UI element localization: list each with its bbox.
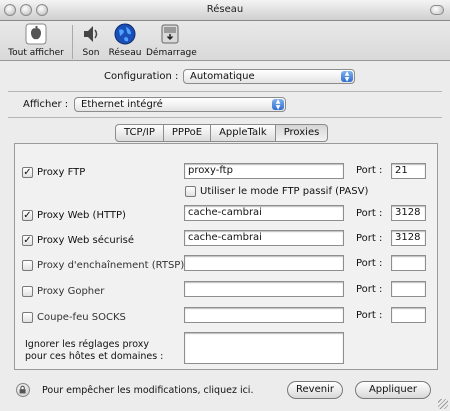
divider	[8, 117, 442, 118]
proxy-ftp-port-field[interactable]: 21	[391, 163, 426, 179]
proxy-rtsp-host-field[interactable]	[184, 255, 344, 271]
configuration-value: Automatique	[190, 71, 255, 82]
proxy-http-checkbox-row[interactable]: ✓ Proxy Web (HTTP)	[22, 208, 126, 222]
bypass-label-line2: pour ces hôtes et domaines :	[25, 351, 164, 362]
toolbar-item-label: Réseau	[108, 48, 142, 58]
proxy-http-checkbox[interactable]: ✓	[22, 209, 33, 221]
proxy-gopher-checkbox-row[interactable]: Proxy Gopher	[22, 284, 104, 298]
apply-button[interactable]: Appliquer	[355, 381, 431, 399]
proxy-http-port-label: Port :	[356, 208, 383, 219]
proxy-socks-checkbox-row[interactable]: Coupe-feu SOCKS	[22, 310, 126, 324]
toolbar-item-label: Son	[82, 48, 100, 58]
bypass-label: Ignorer les réglages proxy pour ces hôte…	[25, 339, 163, 363]
proxy-gopher-label: Proxy Gopher	[37, 285, 105, 297]
proxy-https-port-field[interactable]: 3128	[391, 230, 426, 246]
proxy-gopher-port-field[interactable]	[391, 281, 426, 297]
toolbar-item-label: Tout afficher	[8, 48, 64, 58]
globe-icon	[114, 23, 136, 45]
proxy-socks-host-field[interactable]	[184, 307, 344, 323]
apple-grid-icon	[25, 23, 47, 45]
popup-arrows-icon: ▲ ▼	[272, 99, 284, 110]
toolbar-item-network[interactable]: Réseau	[108, 23, 142, 58]
proxy-gopher-port-label: Port :	[356, 284, 383, 295]
proxy-https-label: Proxy Web sécurisé	[37, 234, 135, 246]
proxy-rtsp-port-field[interactable]	[391, 255, 426, 271]
tab-pppoe[interactable]: PPPoE	[163, 124, 212, 142]
disk-icon	[161, 24, 179, 44]
proxy-rtsp-checkbox[interactable]	[22, 259, 33, 271]
title-bar: Réseau	[0, 0, 450, 21]
toolbar: Tout afficher Son Réseau Démarrage	[0, 21, 450, 61]
tab-bar: TCP/IP PPPoE AppleTalk Proxies	[115, 124, 329, 142]
proxy-https-host-field[interactable]: cache-cambrai	[184, 230, 344, 246]
tab-appletalk[interactable]: AppleTalk	[211, 124, 276, 142]
resize-handle[interactable]	[438, 399, 448, 409]
configuration-popup[interactable]: Automatique ▲ ▼	[183, 69, 355, 84]
speaker-icon	[84, 26, 98, 42]
tab-tcpip[interactable]: TCP/IP	[115, 124, 164, 142]
proxy-gopher-checkbox[interactable]	[22, 285, 33, 297]
toolbar-item-label: Démarrage	[146, 48, 197, 58]
bypass-hosts-field[interactable]	[184, 332, 344, 364]
proxy-gopher-host-field[interactable]	[184, 281, 344, 297]
show-label: Afficher :	[23, 99, 69, 110]
proxy-http-port-field[interactable]: 3128	[391, 205, 426, 221]
window-title: Réseau	[206, 4, 244, 15]
proxy-rtsp-checkbox-row[interactable]: Proxy d'enchaînement (RTSP)	[22, 258, 184, 272]
proxy-http-label: Proxy Web (HTTP)	[37, 209, 126, 221]
passive-ftp-row[interactable]: Utiliser le mode FTP passif (PASV)	[185, 184, 368, 198]
lock-text[interactable]: Pour empêcher les modifications, cliquez…	[42, 385, 253, 396]
configuration-label: Configuration :	[104, 71, 179, 82]
proxy-ftp-checkbox[interactable]: ✓	[22, 166, 33, 178]
toolbar-toggle-button[interactable]	[430, 5, 444, 15]
proxy-ftp-label: Proxy FTP	[37, 166, 86, 178]
passive-ftp-label: Utiliser le mode FTP passif (PASV)	[200, 185, 369, 197]
divider	[8, 91, 442, 92]
proxy-https-checkbox-row[interactable]: ✓ Proxy Web sécurisé	[22, 233, 134, 247]
proxy-socks-checkbox[interactable]	[22, 311, 33, 323]
proxy-https-checkbox[interactable]: ✓	[22, 234, 33, 246]
bypass-label-line1: Ignorer les réglages proxy	[25, 339, 149, 350]
proxy-socks-label: Coupe-feu SOCKS	[37, 311, 126, 323]
lock-button[interactable]	[16, 383, 30, 397]
proxy-ftp-host-field[interactable]: proxy-ftp	[184, 163, 344, 179]
proxy-rtsp-port-label: Port :	[356, 258, 383, 269]
passive-ftp-checkbox[interactable]	[185, 185, 196, 197]
proxy-socks-port-label: Port :	[356, 310, 383, 321]
toolbar-item-show-all[interactable]: Tout afficher	[4, 23, 68, 58]
proxy-rtsp-label: Proxy d'enchaînement (RTSP)	[37, 259, 185, 271]
show-value: Ethernet intégré	[81, 99, 163, 110]
proxy-https-port-label: Port :	[356, 233, 383, 244]
proxy-http-host-field[interactable]: cache-cambrai	[184, 205, 344, 221]
popup-arrows-icon: ▲ ▼	[341, 71, 353, 82]
toolbar-item-sound[interactable]: Son	[78, 23, 104, 58]
tab-proxies[interactable]: Proxies	[275, 124, 329, 142]
toolbar-item-startup[interactable]: Démarrage	[146, 23, 197, 58]
lock-icon	[19, 385, 26, 394]
proxies-pane: ✓ Proxy FTP proxy-ftp Port : 21 Utiliser…	[14, 143, 438, 370]
proxy-socks-port-field[interactable]	[391, 307, 426, 323]
revert-button[interactable]: Revenir	[287, 381, 343, 399]
proxy-ftp-checkbox-row[interactable]: ✓ Proxy FTP	[22, 165, 85, 179]
proxy-ftp-port-label: Port :	[356, 165, 383, 176]
show-popup[interactable]: Ethernet intégré ▲ ▼	[74, 97, 286, 112]
toolbar-separator	[72, 25, 73, 59]
